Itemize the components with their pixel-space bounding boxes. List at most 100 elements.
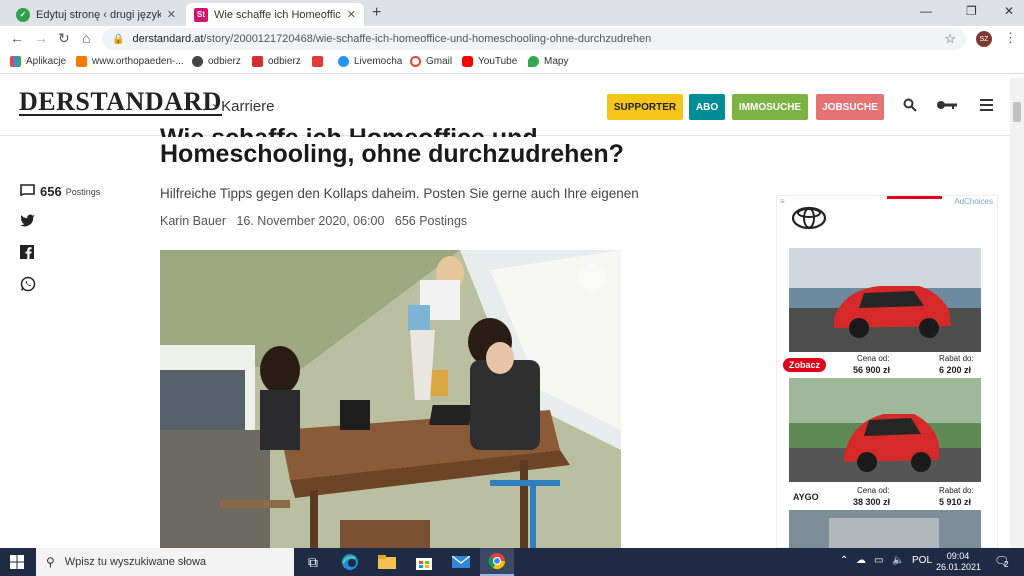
windows-start-icon[interactable] [0,548,34,576]
bookmark-apps[interactable]: Aplikacje [10,56,66,67]
network-icon[interactable]: ▭ [874,555,883,566]
bookmark-label: Aplikacje [26,56,67,67]
bookmark-wp[interactable] [312,56,328,67]
edge-icon[interactable] [333,548,367,576]
ad-discount-label: Rabat do: [939,354,974,363]
reload-icon[interactable]: ↻ [58,30,70,47]
ad-top-bar [887,196,942,199]
tab-derstandard[interactable]: St Wie schaffe ich Homeoffice und H ✕ [186,3,364,26]
jobsuche-button[interactable]: JOBSUCHE [816,94,884,120]
task-view-icon[interactable]: ⧉ [296,548,330,576]
menu-kebab-icon[interactable]: ⋮ [1004,30,1017,46]
scrollbar-thumb[interactable] [1013,102,1021,122]
wp-red-favicon-icon [312,56,323,67]
article-title: Homeschooling, ohne durchzudrehen? [160,140,624,168]
ad-price: 56 900 zł [853,365,891,375]
taskbar-search-input[interactable]: ⚲ Wpisz tu wyszukiwane słowa [36,548,294,576]
key-icon[interactable] [936,98,958,114]
bookmark-orthopaeden[interactable]: www.orthopaeden-... [76,56,184,67]
adchoices-label[interactable]: AdChoices [954,197,993,206]
url-domain: derstandard.at [132,33,204,45]
clock-time: 09:04 [946,551,970,561]
tab-title: Edytuj stronę ‹ drugi język - niem [36,8,161,21]
derstandard-favicon-icon: St [194,7,208,22]
url-path: /story/2000121720468/wie-schaffe-ich-hom… [203,33,652,45]
immosuche-button[interactable]: IMMOSUCHE [732,94,808,120]
ad-price-row-2: AYGO Cena od: 38 300 zł Rabat do: 5 910 … [783,486,993,508]
bookmark-livemocha[interactable]: Livemocha [338,56,402,67]
ad-cta-button[interactable]: Zobacz [783,358,827,372]
url-input[interactable]: 🔒 derstandard.at /story/2000121720468/wi… [102,28,966,50]
bookmark-star-icon[interactable]: ☆ [944,31,956,47]
back-icon[interactable]: ← [10,30,24,46]
google-g-icon [410,56,421,67]
taskbar-search-placeholder: Wpisz tu wyszukiwane słowa [64,556,207,568]
bookmark-label: Livemocha [354,56,403,67]
close-icon[interactable]: ✕ [167,8,176,21]
avatar[interactable]: SZ [976,31,992,47]
article-byline: Karin Bauer 16. November 2020, 06:00 656… [160,214,467,228]
section-breadcrumb[interactable]: › Karriere [212,98,275,115]
search-icon[interactable] [903,98,917,115]
close-window-icon[interactable]: ✕ [1004,4,1014,18]
ad-car-image-3[interactable] [789,510,981,548]
hamburger-menu-icon[interactable] [980,98,993,114]
store-icon[interactable] [407,548,441,576]
minimize-icon[interactable]: — [920,4,932,18]
forward-icon[interactable]: → [34,30,48,46]
postings-link[interactable]: 656 Postings [395,214,467,228]
orthopaeden-favicon-icon [76,56,87,67]
ad-price-label: Cena od: [857,354,890,363]
home-icon[interactable]: ⌂ [82,30,90,46]
restore-icon[interactable]: ❐ [966,4,977,18]
whatsapp-icon[interactable] [20,276,36,295]
ad-car-image-1[interactable] [789,248,981,352]
twitter-icon[interactable] [20,214,36,231]
close-icon[interactable]: ✕ [347,8,356,21]
ad-menu-icon[interactable]: ≡ [780,197,785,206]
mail-icon[interactable] [444,548,478,576]
search-icon: ⚲ [46,555,55,569]
new-tab-icon[interactable]: + [372,4,381,22]
chevron-up-icon[interactable]: ⌃ [840,555,848,566]
input-language[interactable]: POL [912,555,932,566]
file-explorer-icon[interactable] [370,548,404,576]
tab-edit-page[interactable]: ✓ Edytuj stronę ‹ drugi język - niem ✕ [8,3,184,26]
site-logo[interactable]: DERSTANDARD [19,89,222,116]
ad-price-label: Cena od: [857,486,890,495]
ad-discount-label: Rabat do: [939,486,974,495]
notification-count: 2 [1004,560,1009,569]
toyota-logo-icon [791,206,827,233]
bookmarks-bar: Aplikacje www.orthopaeden-... odbierz od… [0,52,1024,74]
system-clock[interactable]: 09:04 26.01.2021 [936,551,981,573]
livemocha-favicon-icon [338,56,349,67]
postings-label: Postings [65,186,101,197]
bookmark-label: Gmail [426,56,453,67]
lock-icon: 🔒 [112,33,125,45]
author[interactable]: Karin Bauer [160,214,226,228]
supporter-button[interactable]: SUPPORTER [607,94,683,120]
volume-icon[interactable]: 🔈 [892,555,904,566]
bookmark-odbierz-2[interactable]: odbierz [252,56,301,67]
publish-date: 16. November 2020, 06:00 [236,214,385,228]
globe-icon [192,56,203,67]
facebook-icon[interactable] [20,245,34,262]
advertisement[interactable]: ≡ AdChoices Zobacz Cena od: 56 900 zł Ra… [776,195,998,548]
bookmark-odbierz-1[interactable]: odbierz [192,56,241,67]
article-photo[interactable] [160,250,621,548]
bookmark-mapy[interactable]: Mapy [528,56,568,67]
postings-counter[interactable]: 656 Postings [20,184,100,199]
bookmark-label: www.orthopaeden-... [92,56,184,67]
chrome-icon[interactable] [480,548,514,576]
ad-discount: 5 910 zł [939,497,972,507]
green-check-icon: ✓ [16,7,30,22]
article-lead: Hilfreiche Tipps gegen den Kollaps dahei… [160,186,639,201]
ad-car-image-2[interactable] [789,378,981,482]
ad-model-label: AYGO [793,492,819,502]
cloud-icon[interactable]: ☁ [856,555,866,566]
bookmark-gmail[interactable]: Gmail [410,56,452,67]
abo-button[interactable]: ABO [689,94,725,120]
page-scrollbar[interactable] [1010,78,1024,548]
bookmark-youtube[interactable]: YouTube [462,56,517,67]
tab-bar: ✓ Edytuj stronę ‹ drugi język - niem ✕ S… [0,0,1024,26]
